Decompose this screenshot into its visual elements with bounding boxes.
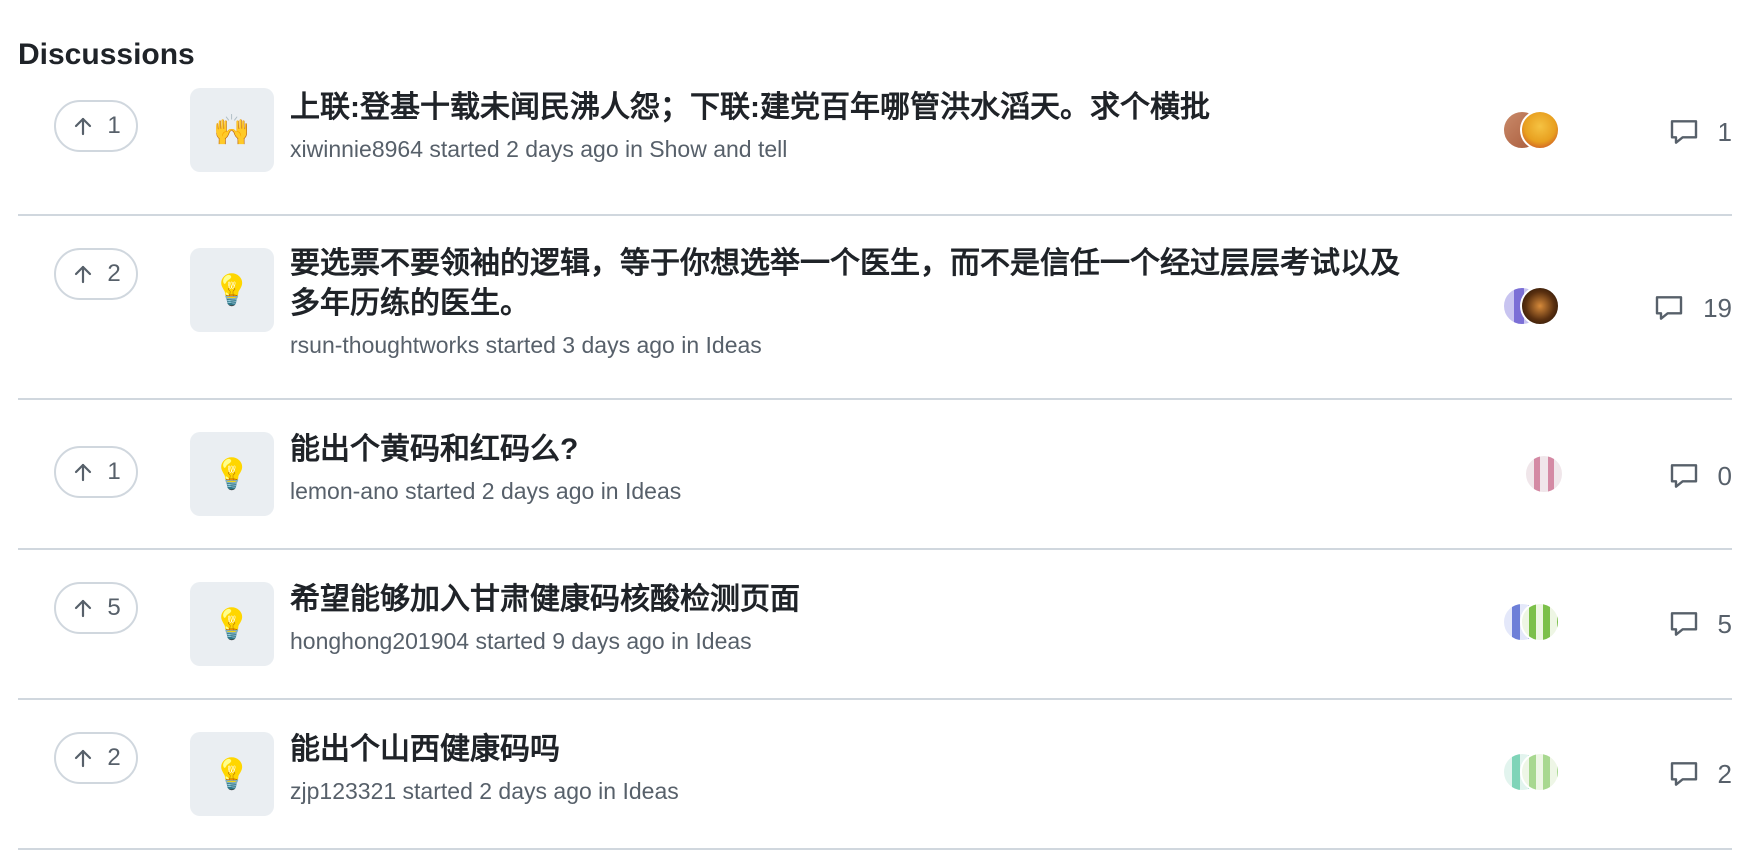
arrow-up-icon: [75, 117, 92, 136]
discussion-title-link[interactable]: 能出个黄码和红码么?: [290, 430, 1402, 470]
comments-count-link[interactable]: 0: [1582, 454, 1732, 498]
discussion-meta: honghong201904 started 9 days ago in Ide…: [290, 626, 1402, 656]
participant-avatars: [1502, 286, 1572, 330]
started-text: started 2 days ago in: [402, 778, 617, 804]
discussion-meta: zjp123321 started 2 days ago in Ideas: [290, 776, 1402, 806]
started-text: started 9 days ago in: [475, 628, 690, 654]
discussion-meta: xiwinnie8964 started 2 days ago in Show …: [290, 134, 1402, 164]
category-emoji-icon: 💡: [190, 248, 274, 332]
arrow-up-icon: [75, 599, 92, 618]
author-link[interactable]: rsun-thoughtworks: [290, 332, 479, 358]
vote-count: 5: [107, 594, 121, 621]
discussion-title-link[interactable]: 要选票不要领袖的逻辑，等于你想选举一个医生，而不是信任一个经过层层考试以及多年历…: [290, 244, 1402, 324]
participant-avatars: [1502, 602, 1572, 646]
author-link[interactable]: xiwinnie8964: [290, 136, 423, 162]
category-link[interactable]: Ideas: [625, 478, 681, 504]
arrow-up-icon: [75, 463, 92, 482]
comments-count: 2: [1717, 758, 1732, 789]
avatar[interactable]: [1520, 602, 1560, 642]
vote-count: 2: [107, 744, 121, 771]
discussions-page: Discussions 1 🙌 上联:登基十载未闻民沸人怨；下联:建党百年哪管洪…: [0, 0, 1738, 852]
comments-count: 0: [1717, 460, 1732, 491]
discussion-content: 能出个山西健康码吗 zjp123321 started 2 days ago i…: [290, 730, 1402, 806]
discussion-row: 2 💡 能出个山西健康码吗 zjp123321 started 2 days a…: [18, 700, 1732, 850]
discussion-row: 1 🙌 上联:登基十载未闻民沸人怨；下联:建党百年哪管洪水滔天。求个横批 xiw…: [18, 78, 1732, 216]
upvote-button[interactable]: 1: [54, 446, 138, 498]
author-link[interactable]: honghong201904: [290, 628, 469, 654]
discussion-title-link[interactable]: 上联:登基十载未闻民沸人怨；下联:建党百年哪管洪水滔天。求个横批: [290, 88, 1402, 128]
comments-count-link[interactable]: 5: [1582, 602, 1732, 646]
upvote-button[interactable]: 2: [54, 248, 138, 300]
discussion-title-link[interactable]: 希望能够加入甘肃健康码核酸检测页面: [290, 580, 1402, 620]
upvote-button[interactable]: 5: [54, 582, 138, 634]
avatar[interactable]: [1524, 454, 1564, 494]
started-text: started 2 days ago in: [429, 136, 643, 162]
comment-icon: [1655, 296, 1683, 320]
author-link[interactable]: lemon-ano: [290, 478, 399, 504]
category-link[interactable]: Ideas: [695, 628, 751, 654]
started-text: started 2 days ago in: [405, 478, 619, 504]
upvote-button[interactable]: 1: [54, 100, 138, 152]
category-emoji-icon: 🙌: [190, 88, 274, 172]
comment-icon: [1670, 762, 1697, 786]
avatar[interactable]: [1520, 286, 1560, 326]
discussion-meta: lemon-ano started 2 days ago in Ideas: [290, 476, 1402, 506]
category-emoji-icon: 💡: [190, 432, 274, 516]
participant-avatars: [1502, 752, 1572, 796]
vote-count: 1: [107, 112, 121, 139]
upvote-button[interactable]: 2: [54, 732, 138, 784]
discussion-list: 1 🙌 上联:登基十载未闻民沸人怨；下联:建党百年哪管洪水滔天。求个横批 xiw…: [18, 78, 1732, 850]
discussion-meta: rsun-thoughtworks started 3 days ago in …: [290, 330, 1402, 360]
category-emoji-icon: 💡: [190, 732, 274, 816]
comment-icon: [1670, 464, 1697, 488]
author-link[interactable]: zjp123321: [290, 778, 396, 804]
started-text: started 3 days ago in: [485, 332, 700, 358]
discussion-content: 上联:登基十载未闻民沸人怨；下联:建党百年哪管洪水滔天。求个横批 xiwinni…: [290, 88, 1402, 164]
avatar[interactable]: [1520, 110, 1560, 150]
comment-icon: [1670, 120, 1697, 144]
comments-count-link[interactable]: 2: [1582, 752, 1732, 796]
comments-count: 5: [1717, 608, 1732, 639]
comment-icon: [1670, 612, 1697, 636]
arrow-up-icon: [75, 749, 92, 768]
discussion-row: 5 💡 希望能够加入甘肃健康码核酸检测页面 honghong201904 sta…: [18, 550, 1732, 700]
section-title: Discussions: [18, 38, 195, 71]
comments-count: 1: [1717, 116, 1732, 147]
participant-avatars: [1502, 454, 1572, 498]
discussion-row: 1 💡 能出个黄码和红码么? lemon-ano started 2 days …: [18, 400, 1732, 550]
discussion-content: 要选票不要领袖的逻辑，等于你想选举一个医生，而不是信任一个经过层层考试以及多年历…: [290, 244, 1402, 360]
discussion-content: 希望能够加入甘肃健康码核酸检测页面 honghong201904 started…: [290, 580, 1402, 656]
comments-count: 19: [1703, 292, 1732, 323]
category-emoji-icon: 💡: [190, 582, 274, 666]
comments-count-link[interactable]: 19: [1582, 286, 1732, 330]
vote-count: 1: [107, 458, 121, 485]
discussion-content: 能出个黄码和红码么? lemon-ano started 2 days ago …: [290, 430, 1402, 506]
avatar[interactable]: [1520, 752, 1560, 792]
category-link[interactable]: Show and tell: [649, 136, 787, 162]
comments-count-link[interactable]: 1: [1582, 110, 1732, 154]
arrow-up-icon: [75, 265, 92, 284]
participant-avatars: [1502, 110, 1572, 154]
category-link[interactable]: Ideas: [706, 332, 762, 358]
discussion-title-link[interactable]: 能出个山西健康码吗: [290, 730, 1402, 770]
discussion-row: 2 💡 要选票不要领袖的逻辑，等于你想选举一个医生，而不是信任一个经过层层考试以…: [18, 216, 1732, 400]
vote-count: 2: [107, 260, 121, 287]
category-link[interactable]: Ideas: [622, 778, 678, 804]
